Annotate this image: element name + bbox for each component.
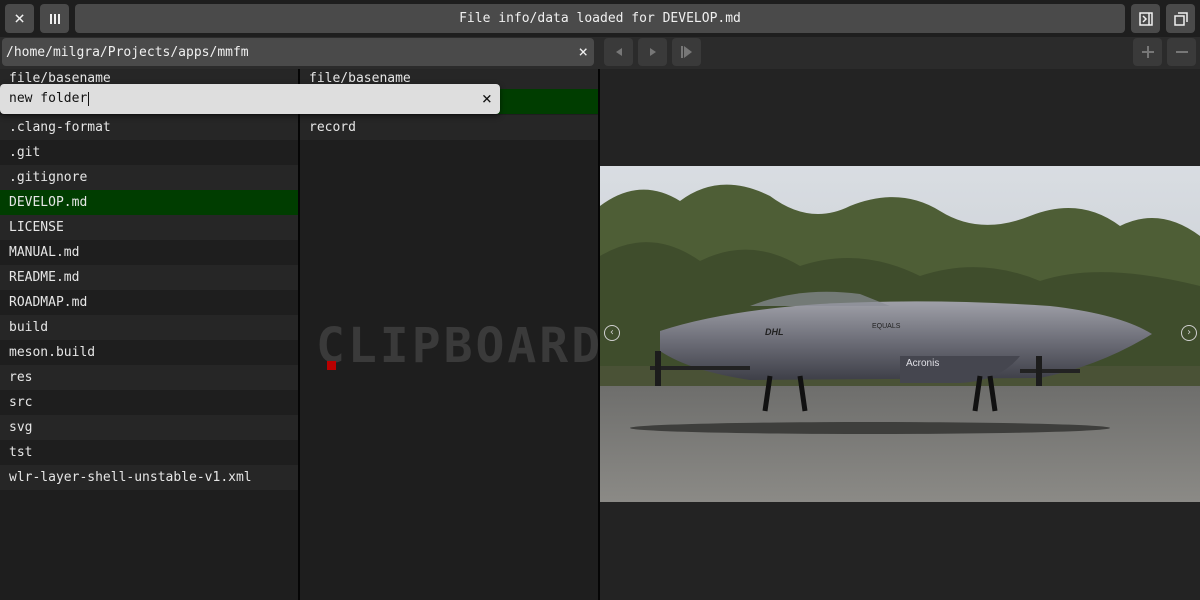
svg-text:Acronis: Acronis bbox=[906, 358, 939, 369]
path-text: /home/milgra/Projects/apps/mmfm bbox=[6, 44, 249, 60]
list-item[interactable]: tst bbox=[0, 440, 298, 465]
close-button[interactable]: × bbox=[5, 4, 34, 33]
text-caret bbox=[88, 91, 90, 106]
fullscreen-icon bbox=[1173, 11, 1188, 26]
clipboard-watermark: CLIPBOARD bbox=[316, 318, 604, 374]
close-dialog-icon[interactable]: × bbox=[482, 89, 492, 109]
path-field[interactable]: /home/milgra/Projects/apps/mmfm × bbox=[2, 38, 594, 66]
list-item-selected[interactable]: DEVELOP.md bbox=[0, 190, 298, 215]
list-item[interactable]: wlr-layer-shell-unstable-v1.xml bbox=[0, 465, 298, 490]
zoom-in-button[interactable] bbox=[1133, 38, 1162, 66]
list-item[interactable]: .git bbox=[0, 140, 298, 165]
triangle-left-icon bbox=[615, 48, 622, 56]
next-image-icon[interactable]: › bbox=[1181, 325, 1197, 341]
panel-toggle-icon bbox=[1138, 11, 1153, 26]
status-indicator bbox=[327, 361, 336, 370]
previous-image-icon[interactable]: ‹ bbox=[604, 325, 620, 341]
clear-path-icon[interactable]: × bbox=[578, 42, 588, 61]
list-item[interactable]: .gitignore bbox=[0, 165, 298, 190]
columns-button[interactable] bbox=[40, 4, 69, 33]
list-item[interactable]: build bbox=[0, 315, 298, 340]
aircraft-photo: Acronis DHL EQUALS bbox=[600, 166, 1200, 502]
svg-text:DHL: DHL bbox=[765, 327, 784, 337]
list-item[interactable]: README.md bbox=[0, 265, 298, 290]
fullscreen-button[interactable] bbox=[1166, 4, 1195, 33]
new-folder-dialog[interactable]: new folder × bbox=[0, 84, 500, 114]
next-button[interactable] bbox=[638, 38, 667, 66]
list-item[interactable]: record bbox=[300, 115, 598, 140]
panel-toggle-button[interactable] bbox=[1131, 4, 1160, 33]
list-item[interactable]: ROADMAP.md bbox=[0, 290, 298, 315]
columns-icon bbox=[49, 13, 60, 24]
window-title: File info/data loaded for DEVELOP.md bbox=[75, 4, 1125, 33]
list-item[interactable]: svg bbox=[0, 415, 298, 440]
play-icon bbox=[680, 46, 692, 58]
list-item[interactable]: res bbox=[0, 365, 298, 390]
prev-button[interactable] bbox=[604, 38, 633, 66]
zoom-out-button[interactable] bbox=[1167, 38, 1196, 66]
list-item[interactable]: meson.build bbox=[0, 340, 298, 365]
list-item[interactable]: .clang-format bbox=[0, 115, 298, 140]
minus-icon bbox=[1175, 51, 1188, 53]
new-folder-input[interactable]: new folder bbox=[9, 84, 90, 114]
play-button[interactable] bbox=[672, 38, 701, 66]
list-item[interactable]: MANUAL.md bbox=[0, 240, 298, 265]
plus-icon bbox=[1141, 46, 1154, 58]
preview-image: Acronis DHL EQUALS bbox=[600, 166, 1200, 502]
triangle-right-icon bbox=[649, 48, 656, 56]
file-list-pane: file/basename .clang-format .git .gitign… bbox=[0, 69, 298, 600]
svg-text:EQUALS: EQUALS bbox=[872, 323, 901, 330]
list-item[interactable]: LICENSE bbox=[0, 215, 298, 240]
list-item[interactable]: src bbox=[0, 390, 298, 415]
